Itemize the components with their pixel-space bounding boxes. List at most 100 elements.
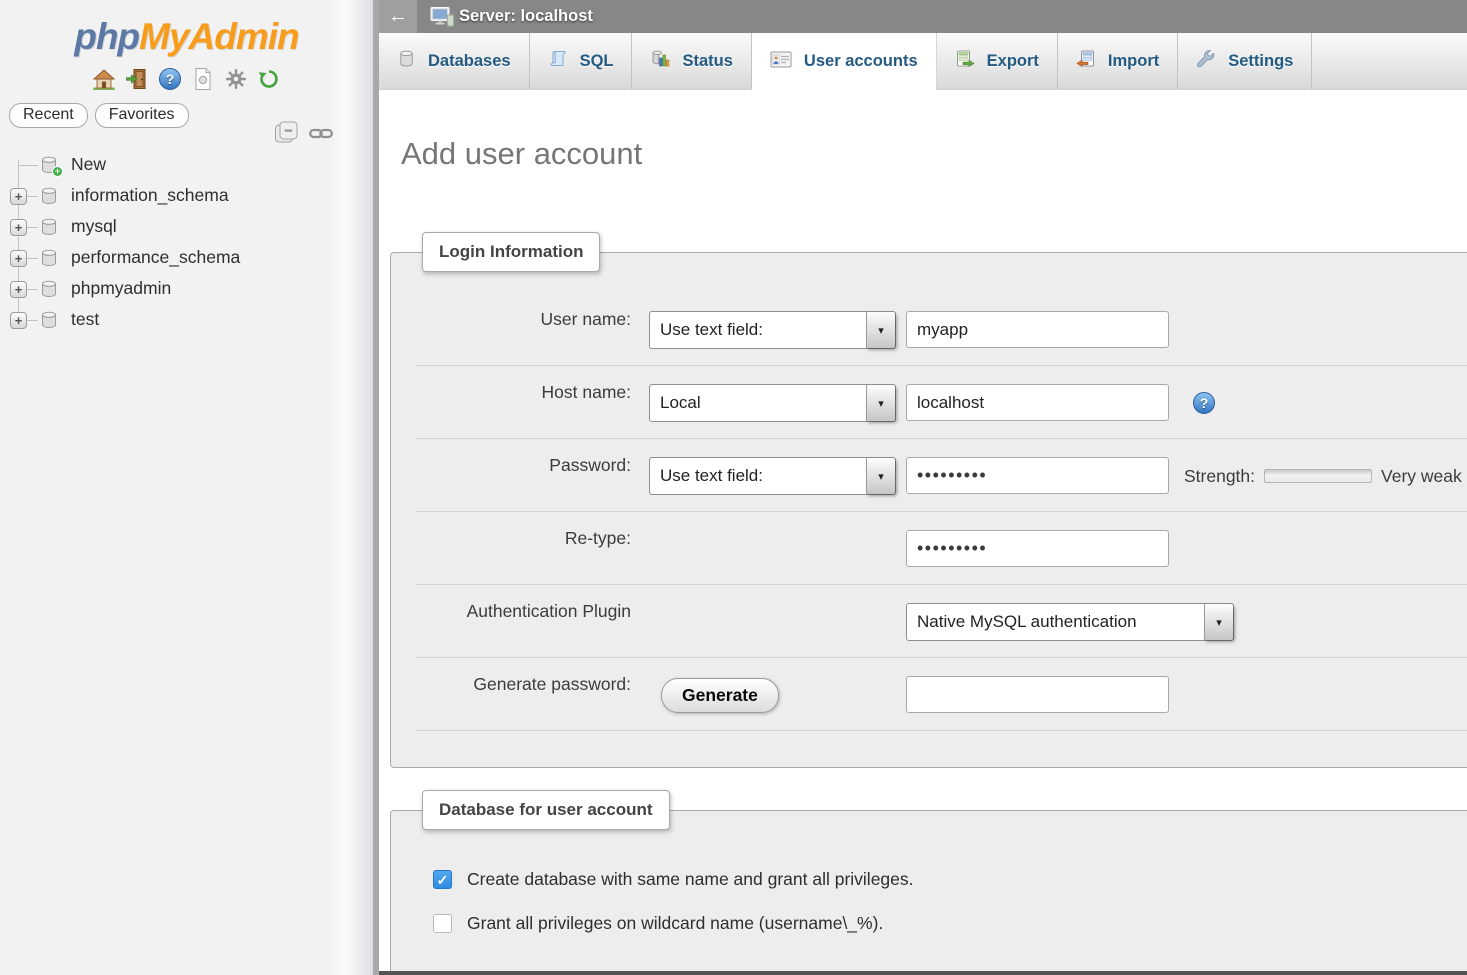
- username-row: User name: Use text field: ▾: [416, 293, 1467, 366]
- databases-icon: [397, 49, 416, 73]
- collapse-all-icon[interactable]: [274, 120, 301, 151]
- tree-item-mysql: + mysql: [0, 212, 373, 243]
- chevron-down-icon: ▾: [866, 458, 895, 494]
- username-type-select[interactable]: Use text field: ▾: [649, 311, 896, 349]
- grant-wildcard-label: Grant all privileges on wildcard name (u…: [467, 913, 883, 934]
- help-icon[interactable]: ?: [157, 66, 183, 92]
- server-icon: [430, 6, 454, 27]
- favorites-button[interactable]: Favorites: [95, 103, 189, 128]
- tree-item-phpmyadmin: + phpmyadmin: [0, 274, 373, 305]
- expand-icon[interactable]: +: [10, 312, 27, 329]
- server-tabs: Databases SQL Status User accounts Expor…: [379, 33, 1467, 90]
- generate-password-label: Generate password:: [416, 664, 631, 695]
- back-button[interactable]: ←: [379, 0, 417, 33]
- create-database-checkbox[interactable]: ✓: [433, 870, 452, 889]
- password-strength: Strength: Very weak: [1184, 457, 1462, 495]
- chevron-down-icon: ▾: [866, 312, 895, 348]
- tree-label[interactable]: information_schema: [71, 185, 229, 206]
- generated-password-input[interactable]: [906, 676, 1169, 713]
- tree-label[interactable]: mysql: [71, 216, 117, 237]
- documentation-icon[interactable]: [190, 66, 216, 92]
- tree-item-performance-schema: + performance_schema: [0, 243, 373, 274]
- tab-user-accounts[interactable]: User accounts: [752, 33, 937, 90]
- server-title: Server: localhost: [459, 7, 593, 26]
- expand-icon[interactable]: +: [10, 219, 27, 236]
- database-icon: [38, 248, 60, 268]
- settings-gear-icon[interactable]: [223, 66, 249, 92]
- chevron-down-icon: ▾: [866, 385, 895, 421]
- auth-plugin-label: Authentication Plugin: [416, 591, 631, 622]
- login-information-legend: Login Information: [422, 232, 600, 272]
- sidebar-toolbar: ?: [0, 66, 373, 92]
- phpmyadmin-logo[interactable]: phpMyAdmin: [0, 0, 373, 58]
- recent-button[interactable]: Recent: [9, 103, 88, 128]
- tab-settings[interactable]: Settings: [1178, 33, 1312, 89]
- tab-export[interactable]: Export: [937, 33, 1058, 89]
- page-content: Add user account Login Information User …: [379, 90, 1467, 975]
- database-icon: [38, 279, 60, 299]
- login-information-fieldset: Login Information User name: Use text fi…: [390, 252, 1467, 768]
- logo-php-text: php: [74, 16, 139, 57]
- tree-label[interactable]: test: [71, 309, 99, 330]
- tab-databases[interactable]: Databases: [379, 33, 530, 89]
- navigation-sidebar: phpMyAdmin ? Recent Favorites: [0, 0, 373, 975]
- grant-wildcard-row: Grant all privileges on wildcard name (u…: [433, 913, 1467, 934]
- status-icon: [650, 49, 670, 74]
- main-frame: ← Server: localhost Databases SQL Status: [379, 0, 1467, 975]
- link-panels-icon[interactable]: [309, 127, 333, 145]
- new-plus-badge: +: [52, 166, 63, 177]
- auth-plugin-row: Authentication Plugin Native MySQL authe…: [416, 585, 1467, 658]
- horizontal-scrollbar[interactable]: [379, 971, 1467, 975]
- page-title: Add user account: [401, 136, 1467, 172]
- strength-value: Very weak: [1381, 466, 1462, 487]
- tree-label[interactable]: performance_schema: [71, 247, 240, 268]
- auth-plugin-select[interactable]: Native MySQL authentication ▾: [906, 603, 1234, 641]
- retype-row: Re-type:: [416, 512, 1467, 585]
- retype-label: Re-type:: [416, 518, 631, 549]
- hostname-label: Host name:: [416, 372, 631, 403]
- tab-status[interactable]: Status: [632, 33, 751, 89]
- tree-item-test: + test: [0, 305, 373, 336]
- hostname-row: Host name: Local ▾ ?: [416, 366, 1467, 439]
- retype-password-input[interactable]: [906, 530, 1169, 567]
- database-for-user-legend: Database for user account: [422, 790, 670, 830]
- wrench-icon: [1196, 49, 1216, 74]
- expand-icon[interactable]: +: [10, 250, 27, 267]
- tree-item-information-schema: + information_schema: [0, 181, 373, 212]
- tree-label[interactable]: phpmyadmin: [71, 278, 171, 299]
- import-icon: [1076, 49, 1096, 74]
- tree-item-new: + New: [0, 150, 373, 181]
- tree-label-new[interactable]: New: [71, 154, 106, 175]
- generate-password-row: Generate password: Generate: [416, 658, 1467, 731]
- hostname-type-select[interactable]: Local ▾: [649, 384, 896, 422]
- expand-icon[interactable]: +: [10, 281, 27, 298]
- password-type-select[interactable]: Use text field: ▾: [649, 457, 896, 495]
- expand-icon[interactable]: +: [10, 188, 27, 205]
- chevron-down-icon: ▾: [1204, 604, 1233, 640]
- hostname-help-icon[interactable]: ?: [1193, 392, 1215, 414]
- password-label: Password:: [416, 445, 631, 476]
- strength-label: Strength:: [1184, 466, 1255, 487]
- question-glyph: ?: [159, 68, 181, 90]
- hostname-input[interactable]: [906, 384, 1169, 421]
- tree-controls: [274, 120, 333, 151]
- database-for-user-fieldset: Database for user account ✓ Create datab…: [390, 810, 1467, 975]
- username-input[interactable]: [906, 311, 1169, 348]
- home-icon[interactable]: [91, 66, 117, 92]
- create-database-label: Create database with same name and grant…: [467, 869, 914, 890]
- reload-icon[interactable]: [256, 66, 282, 92]
- logo-myadmin-text: MyAdmin: [139, 16, 299, 57]
- strength-meter: [1264, 469, 1372, 483]
- generate-button[interactable]: Generate: [661, 678, 779, 713]
- export-icon: [955, 49, 975, 74]
- password-input[interactable]: [906, 457, 1169, 494]
- sql-icon: [548, 49, 568, 74]
- tab-sql[interactable]: SQL: [530, 33, 633, 89]
- logout-icon[interactable]: [124, 66, 150, 92]
- tab-import[interactable]: Import: [1058, 33, 1178, 89]
- username-label: User name:: [416, 299, 631, 330]
- database-icon: [38, 310, 60, 330]
- user-accounts-icon: [770, 50, 792, 74]
- password-row: Password: Use text field: ▾ Strength: Ve…: [416, 439, 1467, 512]
- grant-wildcard-checkbox[interactable]: [433, 914, 452, 933]
